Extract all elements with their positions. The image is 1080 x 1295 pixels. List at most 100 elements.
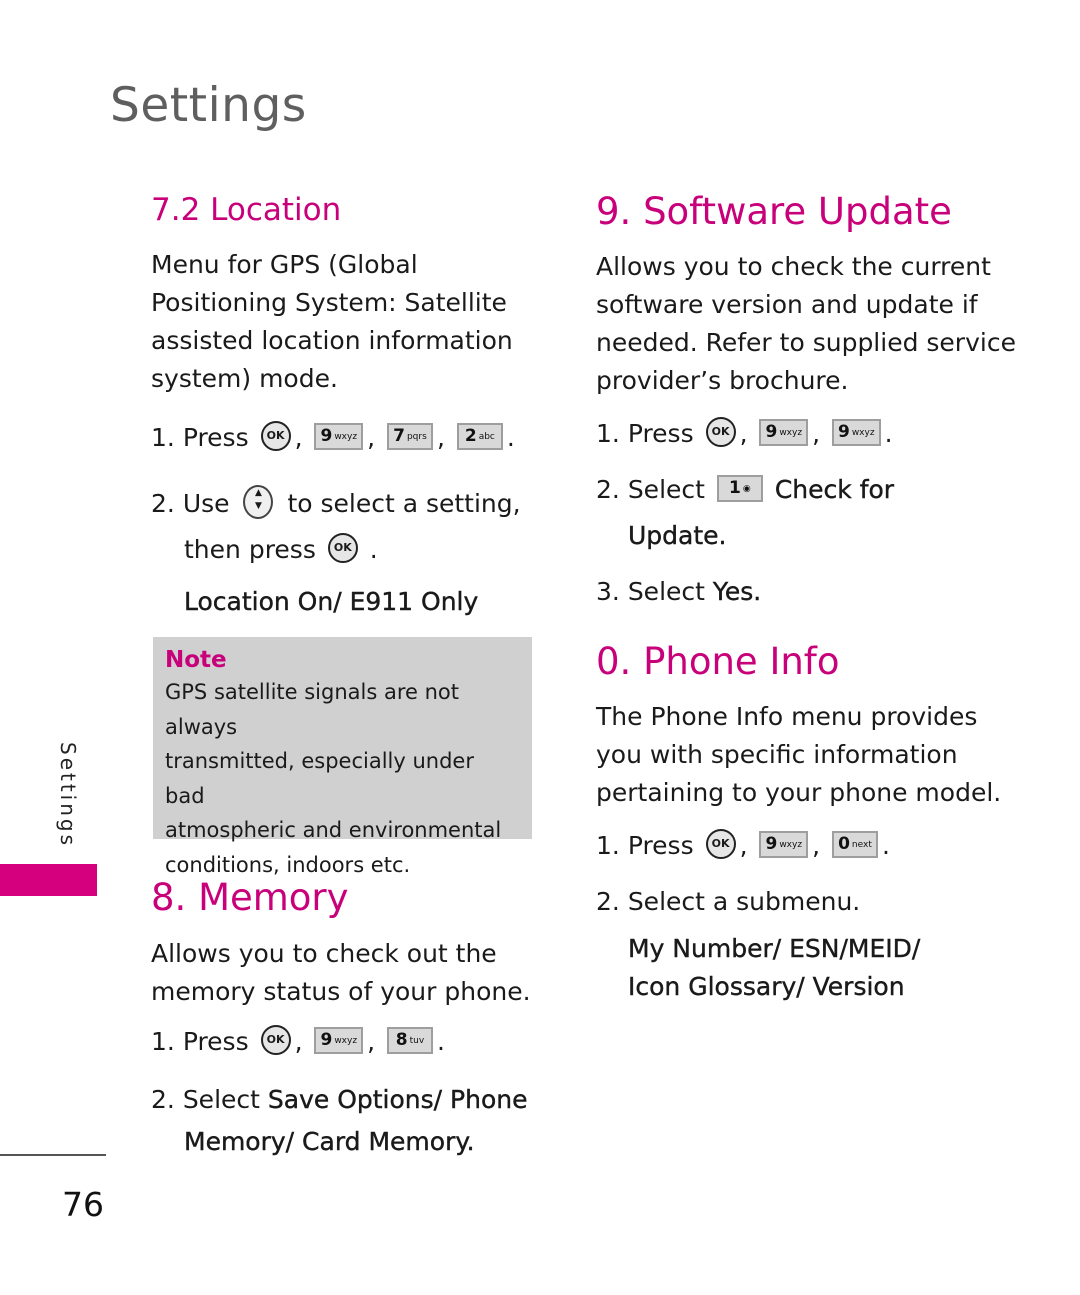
step-text: Press	[627, 419, 694, 448]
separator: ,	[294, 1027, 303, 1056]
key-digit: 9	[320, 425, 333, 446]
ok-key-icon: OK	[705, 417, 736, 447]
phone-info-step-2: 2. Select a submenu.	[596, 880, 860, 924]
key-9-icon: 9 wxyz	[314, 422, 364, 450]
submenu-line: Icon Glossary/ Version	[628, 972, 905, 1001]
step-number: 2.	[596, 887, 620, 916]
memory-step-2-cont: Memory/ Card Memory.	[184, 1127, 475, 1156]
voicemail-icon: ◉	[742, 483, 751, 494]
key-letters: next	[851, 839, 872, 850]
separator: ,	[294, 423, 303, 452]
separator: .	[369, 535, 378, 564]
step-text: Press	[627, 831, 694, 860]
step-number: 2.	[151, 1085, 175, 1114]
separator: .	[881, 831, 890, 860]
key-letters: wxyz	[334, 1035, 358, 1046]
menu-item: Check for	[774, 475, 895, 504]
key-letters: wxyz	[851, 427, 875, 438]
key-letters: tuv	[409, 1035, 425, 1046]
key-digit: 7	[393, 425, 405, 446]
step-number: 1.	[151, 423, 175, 452]
step-text: Select	[627, 475, 705, 504]
description-line: you with specific information	[596, 740, 958, 769]
navigation-key-icon: ▲ ▼	[243, 485, 274, 519]
note-label: Note	[165, 647, 227, 673]
key-letters: wxyz	[779, 427, 803, 438]
key-2-icon: 2 abc	[456, 422, 503, 450]
step-number: 1.	[151, 1027, 175, 1056]
key-0-icon: 0 next	[831, 830, 878, 858]
key-9-icon: 9 wxyz	[314, 1026, 364, 1054]
ok-key-icon: OK	[260, 421, 291, 451]
ok-key-icon: OK	[705, 829, 736, 859]
ok-key-icon: OK	[260, 1025, 291, 1055]
key-letters: wxyz	[779, 839, 803, 850]
key-7-icon: 7 pqrs	[386, 422, 433, 450]
description-line: software version and update if	[596, 290, 978, 319]
footer-divider	[0, 1154, 106, 1156]
separator: ,	[739, 419, 748, 448]
key-digit: 0	[838, 833, 850, 854]
location-step-2-cont: then press OK .	[184, 528, 378, 572]
description-line: Allows you to check out the	[151, 939, 497, 968]
step-number: 2.	[151, 489, 175, 518]
step-number: 3.	[596, 577, 620, 606]
description-line: Positioning System: Satellite	[151, 288, 507, 317]
phone-info-step-1: 1. Press OK, 9 wxyz, 0 next.	[596, 824, 890, 868]
side-tab-marker	[0, 864, 97, 896]
separator: ,	[812, 419, 821, 448]
key-digit: 9	[765, 421, 778, 442]
memory-description: Allows you to check out the memory statu…	[151, 935, 531, 1011]
key-digit: 1	[729, 477, 741, 498]
key-9-icon: 9 wxyz	[831, 418, 881, 446]
key-digit: 8	[395, 1029, 408, 1050]
note-text: GPS satellite signals are not always tra…	[165, 675, 520, 882]
location-description: Menu for GPS (Global Positioning System:…	[151, 246, 513, 398]
step-text: Press	[182, 423, 249, 452]
step-text: Select	[182, 1085, 260, 1114]
separator: ,	[739, 831, 748, 860]
key-letters: wxyz	[334, 431, 358, 442]
page-number: 76	[62, 1185, 104, 1224]
step-text: to select a setting,	[287, 489, 521, 518]
key-9-icon: 9 wxyz	[759, 418, 809, 446]
description-line: Allows you to check the current	[596, 252, 991, 281]
key-9-icon: 9 wxyz	[759, 830, 809, 858]
key-letters: abc	[478, 431, 495, 442]
key-digit: 9	[320, 1029, 333, 1050]
separator: .	[884, 419, 893, 448]
memory-heading: 8. Memory	[151, 876, 349, 919]
ok-key-icon: OK	[327, 533, 358, 563]
phone-info-heading: 0. Phone Info	[596, 640, 840, 683]
separator: ,	[367, 1027, 376, 1056]
step-number: 2.	[596, 475, 620, 504]
step-text: Press	[182, 1027, 249, 1056]
menu-path: Save Options/ Phone	[267, 1085, 528, 1114]
description-line: pertaining to your phone model.	[596, 778, 1002, 807]
key-letters: pqrs	[406, 431, 427, 442]
software-update-description: Allows you to check the current software…	[596, 248, 1016, 400]
key-digit: 2	[464, 425, 477, 446]
description-line: memory status of your phone.	[151, 977, 531, 1006]
step-text: Select a submenu.	[627, 887, 861, 916]
submenu-line: My Number/ ESN/MEID/	[628, 934, 921, 963]
description-line: provider’s brochure.	[596, 366, 849, 395]
separator: .	[506, 423, 515, 452]
location-step-2: 2. Use ▲ ▼ to select a setting,	[151, 482, 521, 526]
separator: ,	[367, 423, 376, 452]
software-update-heading: 9. Software Update	[596, 190, 952, 233]
location-options: Location On/ E911 Only	[184, 587, 479, 616]
note-box: Note GPS satellite signals are not alway…	[153, 637, 532, 877]
step-text: Select	[627, 577, 705, 606]
description-line: The Phone Info menu provides	[596, 702, 978, 731]
note-line: transmitted, especially under bad	[165, 749, 474, 808]
software-update-step-2-cont: Update.	[628, 521, 727, 550]
description-line: needed. Refer to supplied service	[596, 328, 1016, 357]
step-number: 1.	[596, 419, 620, 448]
key-digit: 9	[837, 421, 850, 442]
key-digit: 9	[765, 833, 778, 854]
key-8-icon: 8 tuv	[386, 1026, 433, 1054]
description-line: assisted location information	[151, 326, 513, 355]
note-line: atmospheric and environmental	[165, 818, 502, 842]
software-update-step-1: 1. Press OK, 9 wxyz, 9 wxyz.	[596, 412, 893, 456]
